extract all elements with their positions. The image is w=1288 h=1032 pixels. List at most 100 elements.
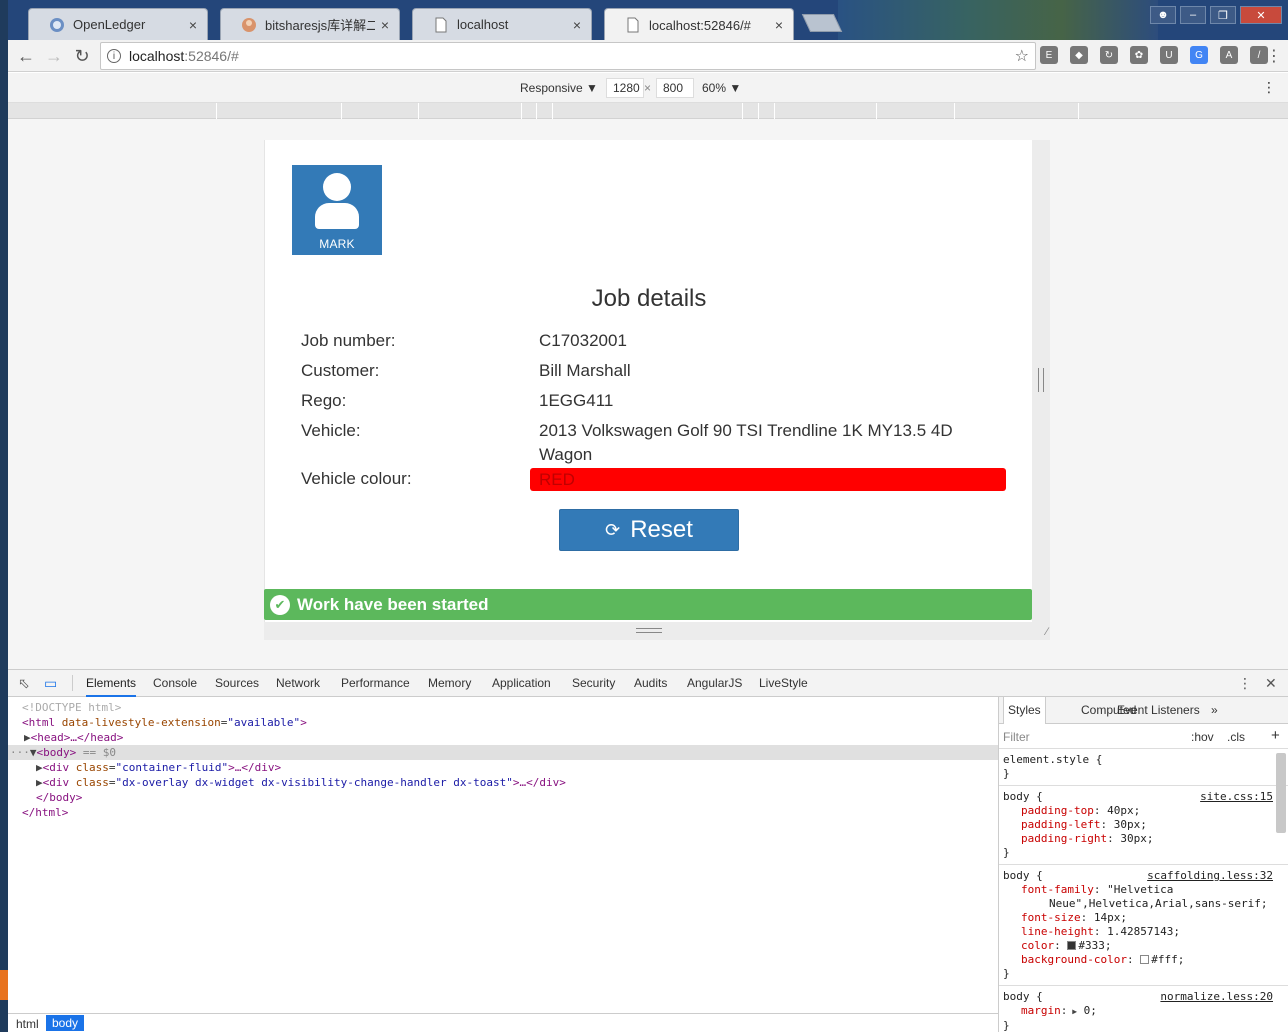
styles-scrollbar[interactable] [1276, 753, 1286, 833]
viewport-right-resize-handle[interactable] [1032, 140, 1050, 640]
devtools-menu-icon[interactable]: ⋮ [1238, 675, 1252, 692]
evernote-extension-icon[interactable]: E [1040, 46, 1058, 64]
rule-source-link[interactable]: site.css:15 [1200, 790, 1273, 804]
tab-close-icon[interactable]: × [381, 17, 389, 33]
browser-tab-bitsharesjs[interactable]: bitsharesjs库详解二：交 × [220, 8, 400, 40]
tab-security[interactable]: Security [572, 670, 615, 697]
browser-menu-icon[interactable]: ⋮ [1266, 46, 1282, 66]
breadcrumb-body[interactable]: body [46, 1015, 85, 1031]
color-swatch-icon[interactable] [1067, 941, 1077, 950]
dropbox-extension-icon[interactable]: ◆ [1070, 46, 1088, 64]
style-rule-site-css[interactable]: body { site.css:15 padding-top: 40px; pa… [1003, 790, 1273, 860]
reset-button[interactable]: ⟳ Reset [559, 509, 739, 551]
tab-console[interactable]: Console [153, 670, 197, 697]
dom-doctype[interactable]: <!DOCTYPE html> [8, 700, 998, 715]
dom-tree[interactable]: <!DOCTYPE html> <html data-livestyle-ext… [8, 697, 998, 1013]
device-width-input[interactable]: 1280 [606, 78, 644, 98]
tab-close-icon[interactable]: × [573, 17, 581, 33]
translate-extension-icon[interactable]: G [1190, 46, 1208, 64]
tab-label: bitsharesjs库详解二：交 [265, 18, 375, 33]
devtools-tabbar: ⬁ ▭ Elements Console Sources Network Per… [8, 670, 1288, 697]
dom-div-toast[interactable]: ▶<div class="dx-overlay dx-widget dx-vis… [8, 775, 998, 790]
browser-tab-localhost[interactable]: localhost × [412, 8, 592, 40]
more-tabs-icon[interactable]: » [1207, 697, 1222, 724]
bookmark-star-icon[interactable]: ☆ [1015, 46, 1029, 66]
tab-memory[interactable]: Memory [428, 670, 471, 697]
device-height-input[interactable]: 800 [656, 78, 694, 98]
tab-angularjs[interactable]: AngularJS [687, 670, 742, 697]
style-rule-element[interactable]: element.style { } [1003, 753, 1273, 781]
div-attr: class [75, 761, 109, 774]
refresh-icon: ⟳ [605, 519, 621, 540]
cls-toggle[interactable]: .cls [1227, 730, 1245, 744]
expand-arrow-icon[interactable]: ▶ [36, 761, 43, 774]
minimize-icon[interactable]: – [1180, 6, 1206, 24]
reload-icon[interactable]: ↻ [68, 42, 96, 70]
devtools-close-icon[interactable]: ✕ [1265, 675, 1277, 692]
pdf-extension-icon[interactable]: A [1220, 46, 1238, 64]
declaration: font-size: 14px; [1021, 911, 1127, 924]
tab-event-listeners[interactable]: Event Listeners [1113, 697, 1204, 724]
profile-icon[interactable]: ☻ [1150, 6, 1176, 24]
browser-tab-active[interactable]: localhost:52846/# × [604, 8, 794, 41]
new-tab-button[interactable] [801, 14, 843, 32]
rule-source-link[interactable]: scaffolding.less:32 [1147, 869, 1273, 883]
tab-elements[interactable]: Elements [86, 670, 137, 697]
sync-extension-icon[interactable]: ↻ [1100, 46, 1118, 64]
window-close-icon[interactable]: ✕ [1240, 6, 1282, 24]
div-attr-val: "dx-overlay dx-widget dx-visibility-chan… [115, 776, 513, 789]
style-rule-scaffolding[interactable]: body { scaffolding.less:32 font-family: … [1003, 869, 1273, 981]
feather-extension-icon[interactable]: ✿ [1130, 46, 1148, 64]
color-swatch-icon[interactable] [1140, 955, 1150, 964]
collapse-arrow-icon[interactable]: ▼ [30, 746, 37, 759]
tab-livestyle[interactable]: LiveStyle [759, 670, 808, 697]
site-info-icon[interactable]: i [107, 49, 121, 63]
add-rule-icon[interactable]: + [1271, 727, 1280, 744]
address-bar[interactable]: i localhost:52846/# ☆ [100, 42, 1036, 70]
forward-arrow-icon[interactable]: → [40, 42, 68, 70]
media-query-ruler[interactable] [8, 103, 1288, 119]
tab-sources[interactable]: Sources [215, 670, 259, 697]
style-rule-normalize[interactable]: body { normalize.less:20 margin: ▶ 0; } [1003, 990, 1273, 1032]
div-rest: >…</div> [512, 776, 566, 789]
dom-body-close[interactable]: </body> [8, 790, 998, 805]
styles-filter[interactable]: Filter :hov .cls + [999, 725, 1288, 749]
decl-prop: padding-left [1021, 818, 1101, 831]
device-menu-icon[interactable]: ⋮ [1262, 79, 1276, 96]
dom-html-close[interactable]: </html> [8, 805, 998, 820]
zoom-select[interactable]: 60% ▼ [702, 81, 741, 95]
dom-div-container[interactable]: ▶<div class="container-fluid">…</div> [8, 760, 998, 775]
viewport-bottom-resize-handle[interactable]: ∕ [264, 622, 1050, 640]
breadcrumb-html[interactable]: html [10, 1016, 45, 1032]
rule-close: } [1003, 1019, 1010, 1032]
dom-body-selected[interactable]: ···▼<body> == $0 [8, 745, 998, 760]
user-tile[interactable]: MARK [292, 165, 382, 255]
back-arrow-icon[interactable]: ← [12, 42, 40, 70]
device-toggle-icon[interactable]: ▭ [44, 675, 60, 691]
restore-icon[interactable]: ❐ [1210, 6, 1236, 24]
rule-source-link[interactable]: normalize.less:20 [1160, 990, 1273, 1004]
expand-arrow-icon[interactable]: ▶ [36, 776, 43, 789]
decl-val: 40px; [1107, 804, 1141, 817]
tab-close-icon[interactable]: × [775, 17, 783, 33]
expand-arrow-icon[interactable]: ▶ [24, 731, 31, 744]
tab-audits[interactable]: Audits [634, 670, 667, 697]
hov-toggle[interactable]: :hov [1191, 730, 1214, 744]
rego-value: 1EGG411 [539, 391, 614, 410]
tab-styles[interactable]: Styles [1003, 697, 1046, 724]
job-number-label: Job number: [301, 331, 396, 350]
inspect-element-icon[interactable]: ⬁ [18, 675, 34, 691]
tab-application[interactable]: Application [492, 670, 551, 697]
customer-label: Customer: [301, 361, 380, 380]
device-mode-select[interactable]: Responsive ▼ [520, 81, 598, 95]
browser-tab-openledger[interactable]: OpenLedger × [28, 8, 208, 40]
resize-corner-icon[interactable]: ∕ [1046, 626, 1048, 638]
u-extension-icon[interactable]: U [1160, 46, 1178, 64]
tab-network[interactable]: Network [276, 670, 320, 697]
dom-html-open[interactable]: <html data-livestyle-extension="availabl… [8, 715, 998, 730]
dom-head[interactable]: ▶<head>…</head> [8, 730, 998, 745]
styles-pane: Styles Computed Event Listeners » Filter… [998, 697, 1288, 1032]
decl-val: #333; [1078, 939, 1112, 952]
tab-close-icon[interactable]: × [189, 17, 197, 33]
tab-performance[interactable]: Performance [341, 670, 410, 697]
